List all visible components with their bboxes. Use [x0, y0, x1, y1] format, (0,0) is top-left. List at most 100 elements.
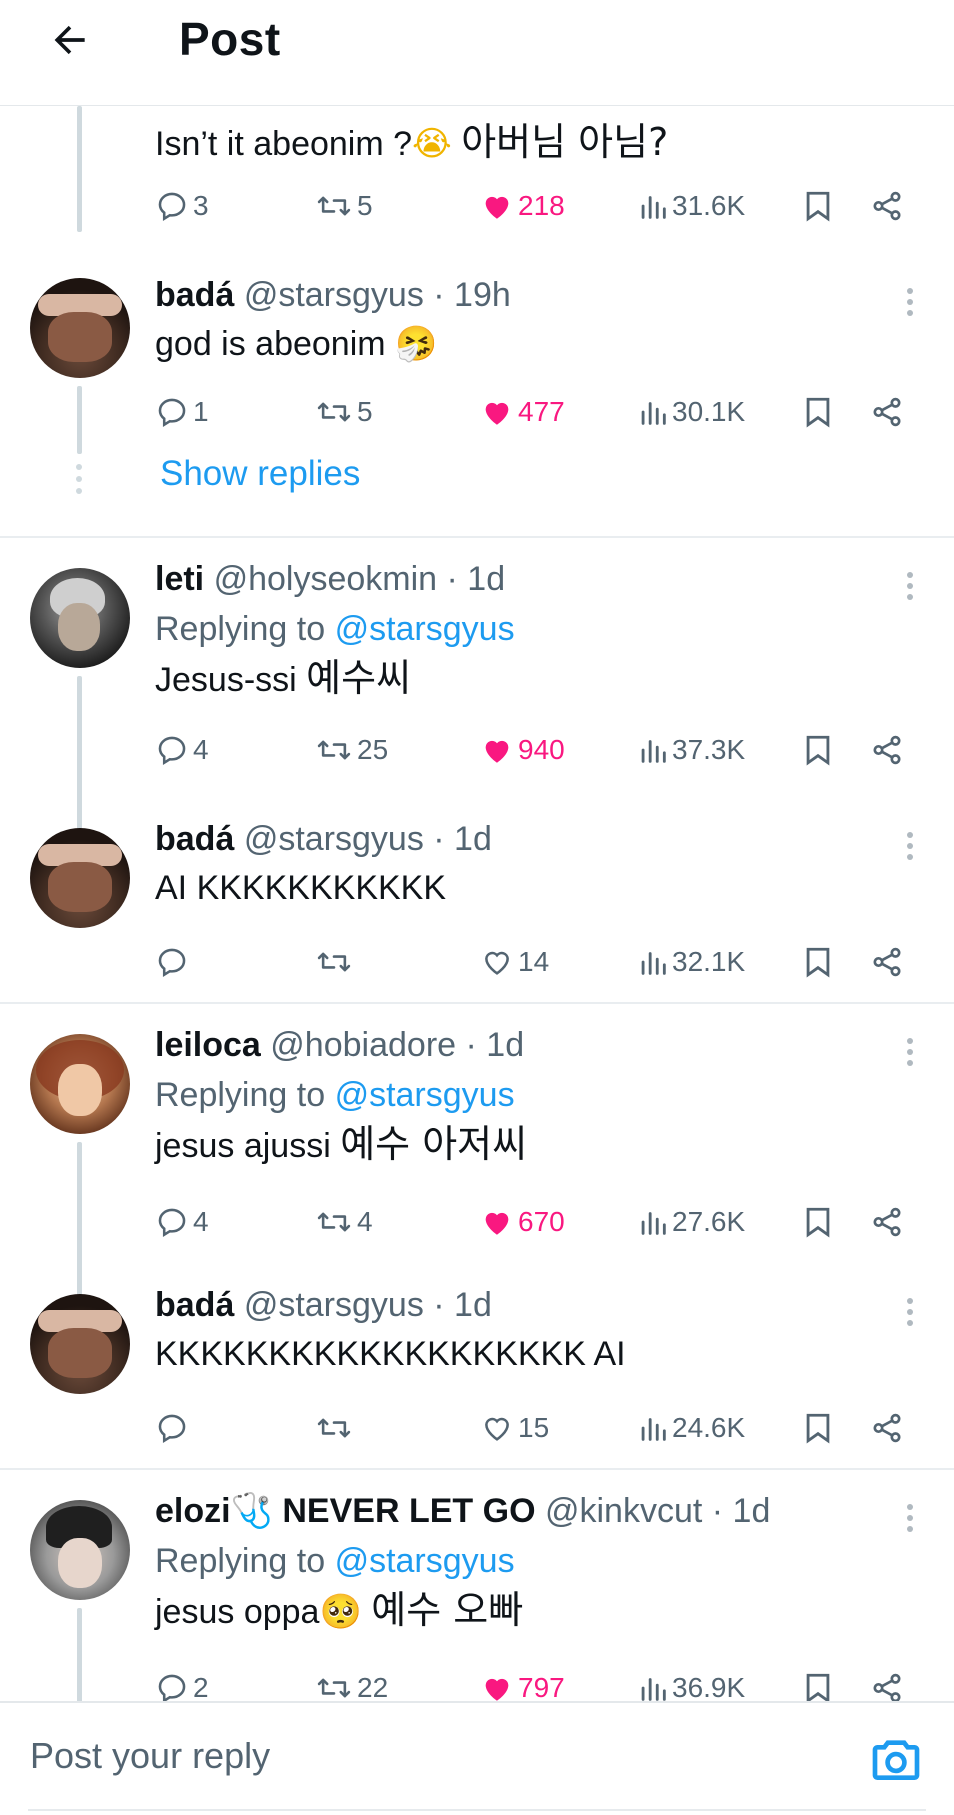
views-button[interactable]: 27.6K	[638, 1200, 745, 1244]
heart-filled-icon	[485, 1678, 509, 1701]
reply-input[interactable]: Post your reply	[30, 1735, 270, 1777]
reply-button[interactable]	[155, 1406, 193, 1450]
retweet-count: 5	[357, 396, 373, 427]
show-replies-link[interactable]: Show replies	[160, 454, 360, 494]
reply-button[interactable]: 1	[155, 390, 209, 434]
share-button[interactable]	[870, 1666, 904, 1701]
app-root: Post Isn’t it abeonim ?😭 아버님 아님? 3 5 218…	[0, 0, 954, 1815]
like-count: 218	[518, 190, 565, 221]
retweet-count: 25	[357, 734, 389, 765]
thread-line	[77, 1608, 82, 1701]
bookmark-button[interactable]	[803, 1406, 833, 1450]
views-icon	[641, 1212, 666, 1235]
tweet-actions: 2 22 797 36.9K	[155, 1666, 914, 1701]
bookmark-button[interactable]	[803, 1666, 833, 1701]
tweet-actions: 4 4 670 27.6K	[155, 1200, 914, 1244]
like-button[interactable]: 218	[480, 184, 565, 228]
bookmark-icon	[806, 1673, 830, 1701]
bookmark-button[interactable]	[803, 728, 833, 772]
tweet-actions: 4 25 940 37.3K	[155, 728, 914, 772]
reply-button[interactable]: 3	[155, 184, 209, 228]
tweet-meta: leiloca @hobiadore · 1d	[155, 1026, 525, 1064]
more-options-button[interactable]	[900, 1498, 920, 1538]
retweet-button[interactable]: 5	[315, 390, 373, 434]
bookmark-button[interactable]	[803, 940, 833, 984]
retweet-icon	[317, 402, 351, 422]
camera-button[interactable]	[868, 1731, 924, 1787]
reply-icon	[158, 1414, 186, 1444]
heart-filled-icon	[485, 402, 509, 425]
share-icon	[873, 397, 901, 427]
tweet-meta: badá @starsgyus · 19h	[155, 276, 511, 314]
share-button[interactable]	[870, 1200, 904, 1244]
retweet-button[interactable]	[315, 940, 357, 984]
more-options-button[interactable]	[900, 282, 920, 322]
retweet-button[interactable]: 25	[315, 728, 388, 772]
reply-button[interactable]: 4	[155, 728, 209, 772]
mention-link[interactable]: @starsgyus	[335, 1076, 515, 1114]
views-button[interactable]: 24.6K	[638, 1406, 745, 1450]
like-count: 15	[518, 1412, 550, 1443]
views-button[interactable]: 32.1K	[638, 940, 745, 984]
views-button[interactable]: 37.3K	[638, 728, 745, 772]
avatar[interactable]	[30, 1294, 130, 1394]
bookmark-button[interactable]	[803, 184, 833, 228]
share-button[interactable]	[870, 940, 904, 984]
header: Post	[0, 0, 954, 106]
replying-to: Replying to @starsgyus	[155, 1076, 515, 1114]
avatar[interactable]	[30, 278, 130, 378]
more-options-button[interactable]	[900, 1032, 920, 1072]
bookmark-button[interactable]	[803, 1200, 833, 1244]
like-button[interactable]: 14	[480, 940, 549, 984]
reply-button[interactable]	[155, 940, 193, 984]
avatar[interactable]	[30, 828, 130, 928]
bookmark-button[interactable]	[803, 390, 833, 434]
bookmark-icon	[806, 735, 830, 766]
views-count: 37.3K	[672, 734, 746, 765]
retweet-button[interactable]: 4	[315, 1200, 373, 1244]
heart-filled-icon	[485, 740, 509, 763]
like-button[interactable]: 670	[480, 1200, 565, 1244]
views-button[interactable]: 31.6K	[638, 184, 745, 228]
thread-dots	[76, 464, 84, 494]
retweet-icon	[317, 1418, 351, 1438]
retweet-button[interactable]: 5	[315, 184, 373, 228]
reply-button[interactable]: 2	[155, 1666, 209, 1701]
share-button[interactable]	[870, 728, 904, 772]
more-options-button[interactable]	[900, 1292, 920, 1332]
bookmark-icon	[806, 191, 830, 222]
avatar[interactable]	[30, 568, 130, 668]
views-button[interactable]: 30.1K	[638, 390, 745, 434]
views-icon	[641, 402, 666, 425]
mention-link[interactable]: @starsgyus	[335, 1542, 515, 1580]
share-button[interactable]	[870, 184, 904, 228]
reply-count: 4	[193, 734, 209, 765]
like-button[interactable]: 477	[480, 390, 565, 434]
retweet-icon	[317, 196, 351, 216]
share-button[interactable]	[870, 1406, 904, 1450]
avatar[interactable]	[30, 1034, 130, 1134]
views-icon	[641, 740, 666, 763]
like-button[interactable]: 940	[480, 728, 565, 772]
more-options-button[interactable]	[900, 566, 920, 606]
tweet-meta: elozi🩺 NEVER LET GO @kinkvcut · 1d	[155, 1491, 771, 1531]
retweet-count: 5	[357, 190, 373, 221]
tweet-actions: 3 5 218 31.6K	[155, 184, 914, 228]
like-button[interactable]: 15	[480, 1406, 549, 1450]
views-button[interactable]: 36.9K	[638, 1666, 745, 1701]
avatar[interactable]	[30, 1500, 130, 1600]
mention-link[interactable]: @starsgyus	[335, 610, 515, 648]
like-count: 797	[518, 1672, 565, 1701]
back-button[interactable]	[44, 14, 96, 66]
like-button[interactable]: 797	[480, 1666, 565, 1701]
retweet-button[interactable]: 22	[315, 1666, 388, 1701]
heart-outline-icon	[485, 1417, 509, 1441]
reply-count: 1	[193, 396, 209, 427]
more-options-button[interactable]	[900, 826, 920, 866]
tweet-text: Isn’t it abeonim ?😭 아버님 아님?	[155, 120, 669, 164]
retweet-button[interactable]	[315, 1406, 357, 1450]
share-button[interactable]	[870, 390, 904, 434]
reply-button[interactable]: 4	[155, 1200, 209, 1244]
share-icon	[873, 1673, 901, 1701]
tweet-actions: 14 32.1K	[155, 940, 914, 984]
